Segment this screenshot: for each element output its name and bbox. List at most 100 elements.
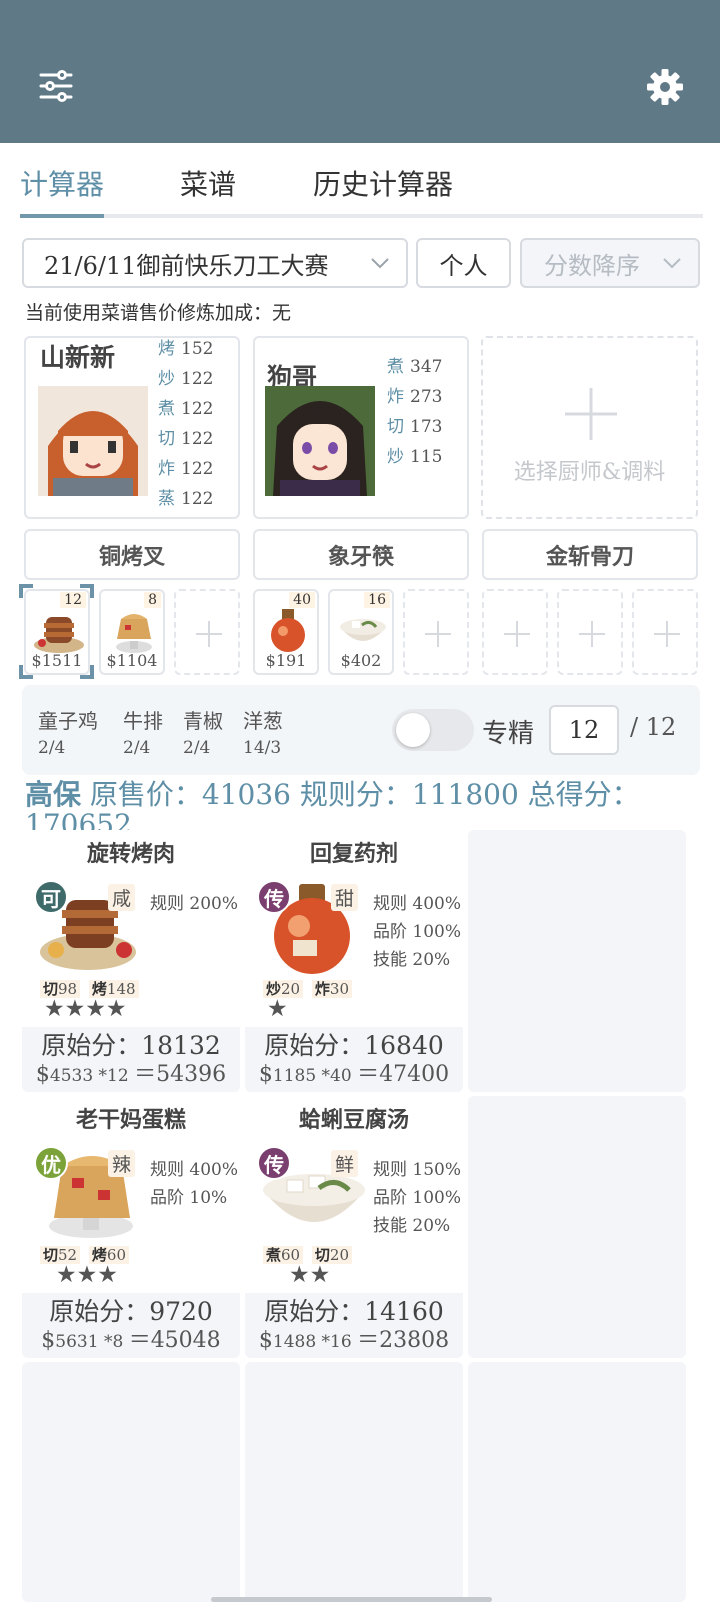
plus-icon [504, 621, 530, 647]
add-chef-button[interactable]: 选择厨师&调料 [481, 336, 698, 519]
plus-icon [654, 621, 680, 647]
empty-dish-card [468, 1096, 686, 1358]
plus-icon [425, 621, 451, 647]
dish-price: $1104 [106, 651, 158, 670]
dish-bonus-list: 规则 200% [150, 894, 239, 914]
dish-title: 蛤蜊豆腐汤 [298, 1107, 409, 1133]
chef-avatar [38, 386, 148, 496]
equipment-button[interactable]: 象牙筷 [253, 529, 469, 580]
dish-grade-badge: 传 [257, 880, 291, 914]
mode-button[interactable]: 个人 [416, 238, 511, 288]
tab-recipes[interactable]: 菜谱 [180, 163, 236, 203]
equipment-button[interactable]: 金斩骨刀 [482, 529, 698, 580]
selection-corner [19, 665, 33, 679]
tab-bar: 计算器 菜谱 历史计算器 [20, 143, 703, 221]
dish-stars: ★ [267, 996, 288, 1022]
dish-grade-badge: 传 [257, 1146, 291, 1180]
dish-price: $191 [265, 651, 307, 670]
specialization-max: / 12 [630, 713, 677, 741]
dish-title: 老干妈蛋糕 [75, 1107, 186, 1133]
selection-corner [80, 665, 94, 679]
add-dish-slot[interactable] [632, 589, 698, 675]
sort-select-value: 分数降序 [544, 251, 640, 280]
chef-card[interactable]: 山新新 烤 152 炒 122 煮 122 切 122 炸 122 蒸 122 [24, 336, 240, 519]
ingredient-item: 童子鸡 2/4 [38, 709, 98, 758]
dish-taste: 咸 [108, 884, 136, 911]
tab-history-calculator[interactable]: 历史计算器 [313, 163, 453, 203]
add-dish-slot[interactable] [482, 589, 548, 675]
ingredient-item: 青椒 2/4 [183, 709, 223, 758]
dish-grade-badge: 优 [34, 1146, 68, 1180]
dish-slot-selected[interactable]: 12 $1511 [24, 589, 90, 675]
dish-price: $1511 [31, 651, 83, 670]
chef-stats: 烤 152 炒 122 煮 122 切 122 炸 122 蒸 122 [158, 339, 214, 509]
equipment-button[interactable]: 铜烤叉 [24, 529, 240, 580]
app-header [0, 0, 720, 143]
empty-dish-card [245, 1362, 463, 1602]
dish-slot[interactable]: 16 $402 [328, 589, 394, 675]
empty-dish-card [468, 1362, 686, 1602]
chef-avatar [265, 386, 375, 496]
chef-stats: 煮 347 炸 273 切 173 炒 115 [387, 357, 443, 467]
mode-button-label: 个人 [439, 251, 488, 280]
add-dish-slot[interactable] [557, 589, 623, 675]
selection-corner [19, 584, 33, 598]
dish-slot[interactable]: 40 $191 [253, 589, 319, 675]
dish-taste: 鲜 [331, 1150, 359, 1177]
potion-icon [271, 609, 305, 652]
contest-select-value: 21/6/11御前快乐刀工大赛 [44, 251, 329, 280]
chevron-down-icon [663, 258, 681, 269]
dish-card[interactable]: 蛤蜊豆腐汤 传 鲜 规则 150% 品阶 100% 技能 20% 煮60 切20… [245, 1096, 463, 1358]
dish-card[interactable]: 回复药剂 传 甜 规则 400% 品阶 100% 技能 20% 炒20 炸30 … [245, 830, 463, 1092]
summary-tag: 高保 [25, 778, 82, 811]
dish-title: 旋转烤肉 [86, 841, 175, 867]
add-dish-slot[interactable] [174, 589, 240, 675]
plus-icon [565, 388, 617, 440]
price-bonus-note: 当前使用菜谱售价修炼加成：无 [25, 302, 292, 324]
dish-bonus-list: 规则 150% 品阶 100% 技能 20% [373, 1160, 462, 1236]
dish-bonus-list: 规则 400% 品阶 10% [150, 1160, 239, 1208]
home-indicator[interactable] [211, 1597, 492, 1602]
add-chef-label: 选择厨师&调料 [513, 460, 666, 485]
dish-price-calc: $4533 *12 ＝54396 [35, 1062, 227, 1087]
rotating-roast-icon [34, 617, 84, 653]
ingredient-item: 牛排 2/4 [123, 709, 163, 758]
dish-title: 回复药剂 [309, 841, 398, 867]
dish-card[interactable]: 老干妈蛋糕 优 辣 规则 400% 品阶 10% 切52 烤60 ★★★ 原始分… [22, 1096, 240, 1358]
dish-taste: 辣 [108, 1150, 136, 1177]
specialization-toggle[interactable] [392, 709, 474, 751]
dish-price-calc: $1488 *16 ＝23808 [258, 1328, 450, 1353]
chef-card[interactable]: 狗哥 煮 347 炸 273 切 173 炒 115 [253, 336, 469, 519]
specialization-label: 专精 [482, 719, 535, 749]
ingredient-item: 洋葱 14/3 [243, 709, 283, 758]
contest-select[interactable]: 21/6/11御前快乐刀工大赛 [22, 238, 408, 288]
sort-select[interactable]: 分数降序 [520, 238, 700, 288]
filter-menu-icon[interactable] [38, 68, 74, 104]
dish-bonus-list: 规则 400% 品阶 100% 技能 20% [373, 894, 462, 970]
cake-icon [116, 614, 152, 653]
selection-corner [80, 584, 94, 598]
tab-active-indicator [20, 214, 104, 218]
dish-price-calc: $5631 *8 ＝45048 [41, 1328, 221, 1353]
dish-card[interactable]: 旋转烤肉 可 咸 规则 200% 切98 烤148 ★★★★ 原始分：18132… [22, 830, 240, 1092]
plus-icon [579, 621, 605, 647]
empty-dish-card [22, 1362, 240, 1602]
gear-icon[interactable] [646, 68, 684, 106]
dish-slot[interactable]: 8 $1104 [99, 589, 165, 675]
chevron-down-icon [371, 258, 389, 269]
tab-track [20, 214, 703, 218]
toggle-knob [396, 713, 430, 747]
plus-icon [196, 621, 222, 647]
add-dish-slot[interactable] [403, 589, 469, 675]
ingredients-panel: 童子鸡 2/4 牛排 2/4 青椒 2/4 洋葱 14/3 专精 12 / 12 [22, 685, 700, 775]
chef-name: 山新新 [40, 343, 116, 372]
dish-price: $402 [340, 651, 382, 670]
dish-price-calc: $1185 *40 ＝47400 [258, 1062, 450, 1087]
dish-grade-badge: 可 [34, 880, 68, 914]
dish-stars: ★★★ [56, 1262, 118, 1288]
specialization-input[interactable]: 12 [549, 705, 619, 755]
empty-dish-card [468, 830, 686, 1092]
tab-calculator[interactable]: 计算器 [20, 163, 104, 203]
dish-stars: ★★ [289, 1262, 331, 1288]
dish-taste: 甜 [331, 884, 359, 911]
